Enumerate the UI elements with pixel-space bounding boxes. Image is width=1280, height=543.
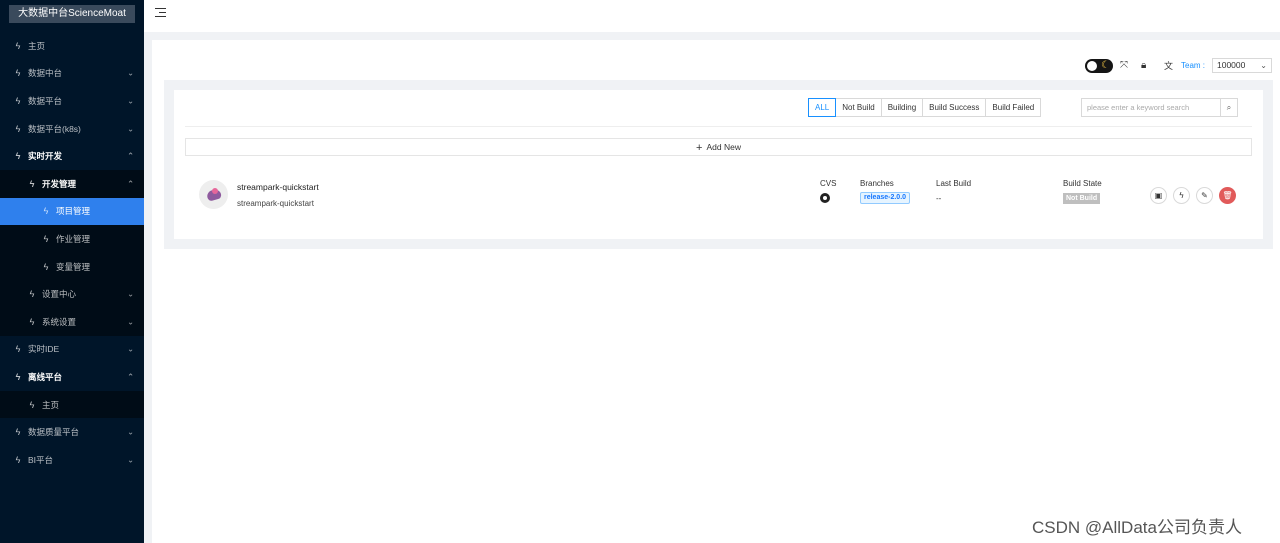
bolt-icon: ϟ xyxy=(15,123,21,134)
bolt-icon: ϟ xyxy=(15,151,21,162)
edit-icon: ✎ xyxy=(1201,191,1208,200)
filter-not-build[interactable]: Not Build xyxy=(836,98,882,117)
chevron-down-icon: ⌄ xyxy=(127,317,134,327)
bolt-icon: ϟ xyxy=(29,399,35,410)
project-description: streampark-quickstart xyxy=(237,199,314,208)
sidebar-item-dev-management[interactable]: ϟ 开发管理 ⌃ xyxy=(0,169,144,198)
sidebar-item-system-settings[interactable]: ϟ 系统设置 ⌄ xyxy=(0,307,144,336)
cvs-header: CVS xyxy=(820,179,837,188)
chevron-down-icon: ⌄ xyxy=(127,455,134,465)
sidebar-item-offline-home[interactable]: ϟ 主页 xyxy=(0,390,144,419)
sidebar-item-data-platform[interactable]: ϟ 数据平台 ⌄ xyxy=(0,87,144,115)
search-icon[interactable]: ⌕ xyxy=(1220,98,1238,117)
top-header xyxy=(144,0,1280,32)
sidebar-item-data-center[interactable]: ϟ 数据中台 ⌄ xyxy=(0,60,144,88)
last-build-value: -- xyxy=(936,194,942,203)
bolt-icon: ϟ xyxy=(15,40,21,51)
bolt-icon: ϟ xyxy=(29,178,35,189)
divider xyxy=(185,126,1252,127)
build-button[interactable]: ϟ xyxy=(1173,187,1190,204)
sidebar-item-bi-platform[interactable]: ϟ BI平台 ⌄ xyxy=(0,446,144,474)
sidebar-item-project-management[interactable]: ϟ 项目管理 xyxy=(0,197,144,226)
team-select[interactable]: 100000 ⌄ xyxy=(1212,58,1272,73)
sidebar-item-realtime-ide[interactable]: ϟ 实时IDE ⌄ xyxy=(0,336,144,364)
view-log-button[interactable]: ▣ xyxy=(1150,187,1167,204)
project-row: streampark-quickstart streampark-quickst… xyxy=(185,170,1252,218)
bolt-icon: ϟ xyxy=(15,427,21,438)
toggle-knob xyxy=(1087,61,1097,71)
chevron-down-icon: ⌄ xyxy=(1260,61,1267,70)
sidebar-item-offline-platform[interactable]: ϟ 离线平台 ⌃ xyxy=(0,363,144,391)
edit-button[interactable]: ✎ xyxy=(1196,187,1213,204)
chevron-up-icon: ⌃ xyxy=(127,151,134,161)
team-select-value: 100000 xyxy=(1217,60,1246,70)
bolt-icon: ϟ xyxy=(43,206,49,217)
bolt-icon: ϟ xyxy=(29,289,35,300)
sidebar-item-data-platform-k8s[interactable]: ϟ 数据平台(k8s) ⌄ xyxy=(0,115,144,143)
sidebar: 大数据中台ScienceMoat ϟ 主页 ϟ 数据中台 ⌄ ϟ 数据平台 ⌄ ϟ 数据平台… xyxy=(0,0,144,543)
branch-tag: release-2.0.0 xyxy=(860,192,911,204)
menu-fold-icon[interactable] xyxy=(155,7,167,18)
bolt-icon: ϟ xyxy=(15,95,21,106)
search-input[interactable]: please enter a keyword search xyxy=(1081,98,1221,117)
branches-header: Branches xyxy=(860,179,894,188)
sidebar-item-settings-center[interactable]: ϟ 设置中心 ⌄ xyxy=(0,280,144,308)
bolt-icon: ϟ xyxy=(15,68,21,79)
fullscreen-icon[interactable]: ⤧ xyxy=(1120,60,1128,72)
terminal-icon: ▣ xyxy=(1154,191,1163,200)
delete-icon: 🗑︎ xyxy=(1222,191,1233,200)
thunderbolt-icon: ϟ xyxy=(1179,191,1184,200)
delete-button[interactable]: 🗑︎ xyxy=(1219,187,1236,204)
filter-building[interactable]: Building xyxy=(881,98,924,117)
build-state-badge: Not Build xyxy=(1063,193,1101,204)
bolt-icon: ϟ xyxy=(43,261,49,272)
build-state-filter: ALL Not Build Building Build Success Bui… xyxy=(808,98,1042,117)
watermark: CSDN @AllData公司负责人 xyxy=(1032,518,1242,537)
bolt-icon: ϟ xyxy=(43,233,49,244)
chevron-down-icon: ⌄ xyxy=(127,96,134,106)
sidebar-item-job-management[interactable]: ϟ 作业管理 xyxy=(0,225,144,253)
bolt-icon: ϟ xyxy=(29,316,35,327)
project-name[interactable]: streampark-quickstart xyxy=(237,182,319,192)
chevron-down-icon: ⌄ xyxy=(127,344,134,354)
chevron-down-icon: ⌄ xyxy=(127,68,134,78)
top-toolbar: ☾ ⤧ 🔒︎ 文 Team : 100000 ⌄ xyxy=(164,50,1273,80)
chevron-down-icon: ⌄ xyxy=(127,124,134,134)
sidebar-item-realtime-dev[interactable]: ϟ 实时开发 ⌃ xyxy=(0,142,144,170)
bolt-icon: ϟ xyxy=(15,344,21,355)
chevron-down-icon: ⌄ xyxy=(127,427,134,437)
app-logo-title[interactable]: 大数据中台ScienceMoat xyxy=(9,5,135,23)
dark-mode-toggle[interactable]: ☾ xyxy=(1085,59,1113,73)
chevron-down-icon: ⌄ xyxy=(127,289,134,299)
moon-icon: ☾ xyxy=(1101,60,1110,71)
sidebar-item-data-quality[interactable]: ϟ 数据质量平台 ⌄ xyxy=(0,418,144,446)
github-icon xyxy=(820,193,830,203)
bolt-icon: ϟ xyxy=(15,454,21,465)
chevron-up-icon: ⌃ xyxy=(127,179,134,189)
team-label: Team : xyxy=(1181,61,1206,70)
filter-all[interactable]: ALL xyxy=(808,98,837,117)
lock-icon[interactable]: 🔒︎ xyxy=(1141,60,1146,72)
last-build-header: Last Build xyxy=(936,179,972,188)
filter-build-success[interactable]: Build Success xyxy=(923,98,987,117)
project-list-card: ALL Not Build Building Build Success Bui… xyxy=(174,90,1263,239)
sidebar-item-home[interactable]: ϟ 主页 xyxy=(0,32,144,60)
add-new-button[interactable]: + Add New xyxy=(185,138,1252,156)
build-state-header: Build State xyxy=(1063,179,1102,188)
translate-icon[interactable]: 文 xyxy=(1164,60,1173,72)
main-content: ☾ ⤧ 🔒︎ 文 Team : 100000 ⌄ ALL Not Build B… xyxy=(152,40,1280,543)
project-panel: ☾ ⤧ 🔒︎ 文 Team : 100000 ⌄ ALL Not Build B… xyxy=(164,50,1273,249)
bolt-icon: ϟ xyxy=(15,371,21,382)
chevron-up-icon: ⌃ xyxy=(127,372,134,382)
plus-icon: + xyxy=(696,142,703,154)
sidebar-menu: ϟ 主页 ϟ 数据中台 ⌄ ϟ 数据平台 ⌄ ϟ 数据平台(k8s) ⌄ ϟ 实时开发 ⌃ ϟ 开发… xyxy=(0,32,144,474)
project-avatar xyxy=(199,180,228,209)
filter-build-failed[interactable]: Build Failed xyxy=(986,98,1042,117)
sidebar-item-variable-management[interactable]: ϟ 变量管理 xyxy=(0,252,144,281)
